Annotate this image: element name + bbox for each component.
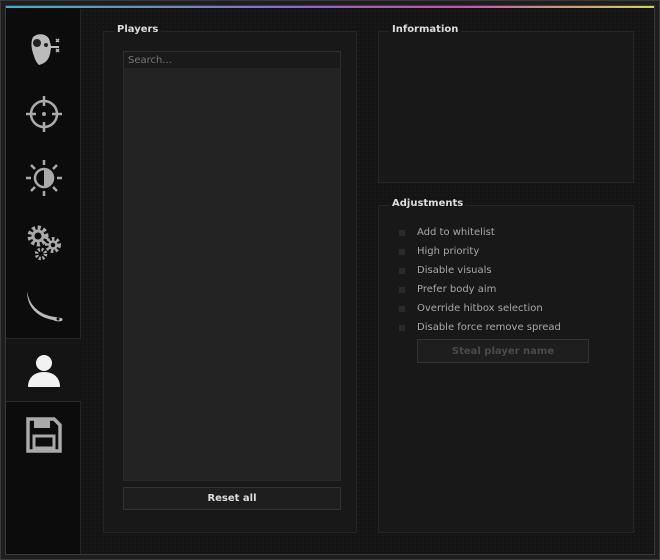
option-label: Disable visuals [417,265,492,276]
user-icon [28,355,60,387]
save-floppy-icon [25,417,62,453]
adjustments-title: Adjustments [389,198,467,209]
gears-icon [27,225,61,261]
adjustments-group: Adjustments Add to whitelist High priori… [378,198,634,533]
option-label: High priority [417,246,480,257]
visuals-brightness-icon [25,160,62,196]
option-label: Disable force remove spread [417,322,561,333]
sidebar [6,9,82,554]
players-title: Players [114,24,162,35]
checkbox[interactable] [398,228,406,237]
checkbox[interactable] [398,323,406,332]
checkbox[interactable] [398,266,406,275]
search-input[interactable] [123,51,341,69]
option-high-priority[interactable]: High priority [398,246,479,257]
option-disable-force-remove-spread[interactable]: Disable force remove spread [398,322,561,333]
steal-player-name-button[interactable]: Steal player name [417,339,589,363]
content-area: Players Reset all Information Adjustment… [81,9,654,554]
ragebot-head-icon [30,34,60,65]
knife-icon [26,291,62,322]
tab-misc[interactable] [6,210,81,274]
option-add-to-whitelist[interactable]: Add to whitelist [398,227,495,238]
tab-ragebot[interactable] [6,18,81,82]
option-label: Prefer body aim [417,284,497,295]
option-label: Override hitbox selection [417,303,543,314]
information-group: Information [378,24,634,183]
accent-bar [6,6,654,8]
players-list[interactable] [123,68,341,481]
tab-config[interactable] [6,403,81,467]
checkbox[interactable] [398,285,406,294]
tab-players[interactable] [6,338,82,402]
option-override-hitbox[interactable]: Override hitbox selection [398,303,543,314]
option-disable-visuals[interactable]: Disable visuals [398,265,492,276]
checkbox[interactable] [398,304,406,313]
crosshair-icon [25,96,62,132]
players-group: Players Reset all [103,24,357,533]
reset-all-button[interactable]: Reset all [123,487,341,510]
option-label: Add to whitelist [417,227,495,238]
information-title: Information [389,24,462,35]
option-prefer-body-aim[interactable]: Prefer body aim [398,284,496,295]
tab-skins[interactable] [6,274,81,338]
tab-visuals[interactable] [6,146,81,210]
checkbox[interactable] [398,247,406,256]
tab-legitbot[interactable] [6,82,81,146]
